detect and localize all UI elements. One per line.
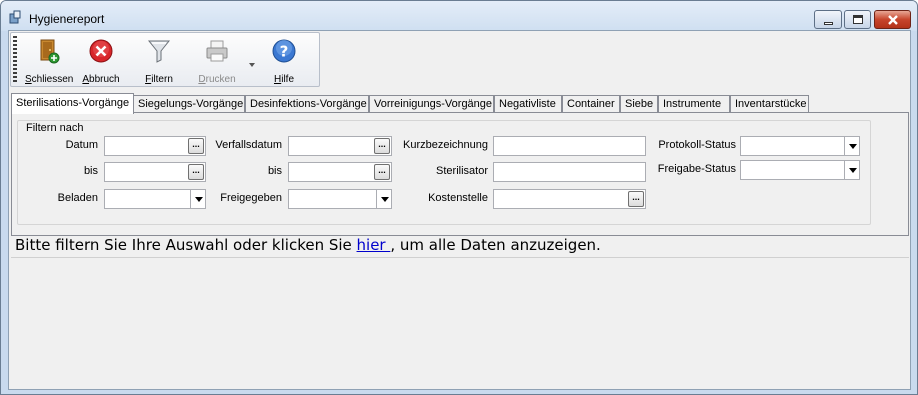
freigegeben-select[interactable]	[288, 189, 392, 209]
print-label: Drucken	[198, 74, 236, 85]
tab-vorreinigungs-vorgaenge[interactable]: Vorreinigungs-Vorgänge	[369, 95, 494, 112]
freigegeben-label: Freigegeben	[220, 192, 282, 204]
info-text-after: , um alle Daten anzuzeigen.	[390, 236, 601, 254]
datum-picker-button[interactable]: ...	[188, 138, 204, 154]
app-icon	[9, 10, 21, 24]
help-button[interactable]: ? Hilfe	[262, 36, 306, 86]
maximize-button[interactable]	[844, 10, 871, 29]
toolbar: Schliessen Abbruch Filtern Drucken ? Hil…	[10, 32, 320, 87]
kurzbezeichnung-label: Kurzbezeichnung	[402, 139, 488, 151]
protokoll-status-label: Protokoll-Status	[658, 139, 736, 151]
help-question-icon: ?	[272, 39, 296, 63]
print-dropdown-arrow-icon[interactable]	[249, 63, 255, 67]
freigabe-status-select[interactable]	[740, 160, 860, 180]
freigegeben-dropdown-icon[interactable]	[376, 190, 391, 208]
freigabe-status-input[interactable]	[741, 161, 859, 179]
sterilisator-input[interactable]	[494, 163, 645, 181]
kostenstelle-label: Kostenstelle	[428, 192, 488, 204]
exit-door-icon	[40, 39, 60, 64]
datum-bis-field[interactable]: ...	[104, 162, 206, 182]
tab-instrumente[interactable]: Instrumente	[658, 95, 730, 112]
kostenstelle-field[interactable]: ...	[493, 189, 646, 209]
datum-bis-picker-button[interactable]: ...	[188, 164, 204, 180]
show-all-link[interactable]: hier	[357, 236, 391, 254]
tab-negativliste[interactable]: Negativliste	[494, 95, 562, 112]
verfallsdatum-bis-picker-button[interactable]: ...	[374, 164, 390, 180]
sterilisator-label: Sterilisator	[436, 165, 488, 177]
beladen-select[interactable]	[104, 189, 206, 209]
kostenstelle-input[interactable]	[494, 190, 645, 208]
verfallsdatum-bis-label: bis	[267, 165, 282, 177]
svg-text:?: ?	[280, 43, 289, 61]
close-report-button[interactable]: Schliessen	[25, 36, 73, 86]
protokoll-status-select[interactable]	[740, 136, 860, 156]
window-title: Hygienereport	[29, 12, 105, 26]
close-button[interactable]	[874, 10, 911, 29]
filter-group-legend: Filtern nach	[24, 122, 86, 134]
filter-label: Filtern	[145, 74, 173, 85]
kostenstelle-picker-button[interactable]: ...	[628, 191, 644, 207]
close-icon	[888, 15, 898, 25]
title-bar[interactable]: Hygienereport	[1, 1, 917, 31]
datum-bis-label: bis	[83, 165, 98, 177]
funnel-filter-icon	[147, 40, 171, 63]
cancel-button[interactable]: Abbruch	[79, 36, 123, 86]
datum-field[interactable]: ...	[104, 136, 206, 156]
minimize-button[interactable]	[814, 10, 842, 29]
verfallsdatum-picker-button[interactable]: ...	[374, 138, 390, 154]
protokoll-status-input[interactable]	[741, 137, 859, 155]
tab-siegelungs-vorgaenge[interactable]: Siegelungs-Vorgänge	[133, 95, 245, 112]
close-report-label: Schliessen	[25, 74, 74, 85]
printer-icon	[206, 40, 228, 62]
client-area: Schliessen Abbruch Filtern Drucken ? Hil…	[8, 30, 911, 390]
protokoll-status-dropdown-icon[interactable]	[844, 137, 859, 155]
tab-siebe[interactable]: Siebe	[620, 95, 658, 112]
sterilisator-field[interactable]	[493, 162, 646, 182]
freigabe-status-label: Freigabe-Status	[657, 163, 736, 175]
results-area	[11, 257, 909, 387]
filter-button[interactable]: Filtern	[137, 36, 181, 86]
beladen-dropdown-icon[interactable]	[190, 190, 205, 208]
app-window: Hygienereport Schliessen Abbruch Filtern…	[0, 0, 918, 395]
tab-desinfektions-vorgaenge[interactable]: Desinfektions-Vorgänge	[245, 95, 369, 112]
filter-group: Filtern nach Datum ... bis ... Beladen V…	[17, 120, 871, 225]
maximize-icon	[853, 15, 863, 24]
kurzbezeichnung-input[interactable]	[494, 137, 645, 155]
freigabe-status-dropdown-icon[interactable]	[844, 161, 859, 179]
toolbar-grip[interactable]	[13, 36, 17, 84]
verfallsdatum-bis-field[interactable]: ...	[288, 162, 392, 182]
info-message: Bitte filtern Sie Ihre Auswahl oder klic…	[11, 236, 909, 257]
verfallsdatum-label: Verfallsdatum	[215, 139, 282, 151]
tab-panel-sterilisation: Filtern nach Datum ... bis ... Beladen V…	[11, 112, 909, 236]
tab-sterilisations-vorgaenge[interactable]: Sterilisations-Vorgänge	[11, 93, 134, 114]
cancel-x-icon	[89, 39, 113, 63]
kurzbezeichnung-field[interactable]	[493, 136, 646, 156]
minimize-icon	[824, 22, 833, 25]
beladen-label: Beladen	[57, 192, 98, 204]
help-label: Hilfe	[273, 74, 295, 85]
datum-label: Datum	[65, 139, 98, 151]
info-text-before: Bitte filtern Sie Ihre Auswahl oder klic…	[15, 236, 357, 254]
tab-inventarstuecke[interactable]: Inventarstücke	[730, 95, 809, 112]
print-button[interactable]: Drucken	[192, 36, 242, 86]
cancel-label: Abbruch	[82, 74, 120, 85]
verfallsdatum-field[interactable]: ...	[288, 136, 392, 156]
tab-container[interactable]: Container	[562, 95, 620, 112]
